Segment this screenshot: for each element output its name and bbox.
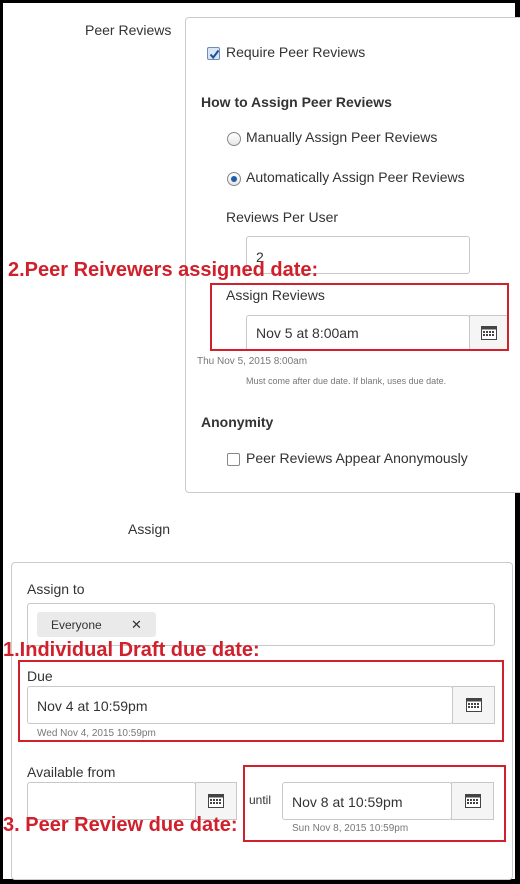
annotation-box-until	[243, 765, 506, 842]
how-to-assign-title: How to Assign Peer Reviews	[201, 94, 392, 110]
assign-section-label: Assign	[128, 521, 171, 537]
annotation-reviewers-assigned: 2.Peer Reivewers assigned date:	[8, 259, 319, 281]
require-peer-reviews-checkbox[interactable]	[207, 47, 220, 60]
close-icon[interactable]: ✕	[131, 617, 142, 633]
assignee-tag[interactable]: Everyone ✕	[37, 612, 156, 637]
assignment-settings-page: Peer Reviews Require Peer Reviews How to…	[3, 3, 520, 880]
assignee-tag-label: Everyone	[51, 618, 102, 632]
peer-reviews-section-label: Peer Reviews	[85, 22, 172, 38]
reviews-per-user-label: Reviews Per User	[226, 209, 339, 225]
available-from-label: Available from	[27, 764, 116, 780]
automatic-assign-label: Automatically Assign Peer Reviews	[246, 169, 465, 185]
checkmark-icon	[209, 49, 220, 60]
anonymity-title: Anonymity	[201, 414, 274, 430]
anonymous-label: Peer Reviews Appear Anonymously	[246, 450, 468, 466]
calendar-icon	[208, 794, 224, 808]
assign-reviews-hint: Must come after due date. If blank, uses…	[246, 376, 447, 386]
anonymous-checkbox[interactable]	[227, 453, 240, 466]
manual-assign-label: Manually Assign Peer Reviews	[246, 129, 438, 145]
assign-to-label: Assign to	[27, 581, 85, 597]
assign-reviews-full-date: Thu Nov 5, 2015 8:00am	[197, 356, 308, 367]
annotation-box-due	[18, 660, 504, 742]
annotation-review-due: 3. Peer Review due date:	[3, 814, 238, 836]
require-peer-reviews-label: Require Peer Reviews	[226, 44, 366, 60]
annotation-box-assign-reviews	[210, 283, 509, 351]
annotation-draft-due: 1.Individual Draft due date:	[3, 639, 260, 661]
automatic-assign-radio[interactable]	[227, 172, 241, 186]
manual-assign-radio[interactable]	[227, 132, 241, 146]
